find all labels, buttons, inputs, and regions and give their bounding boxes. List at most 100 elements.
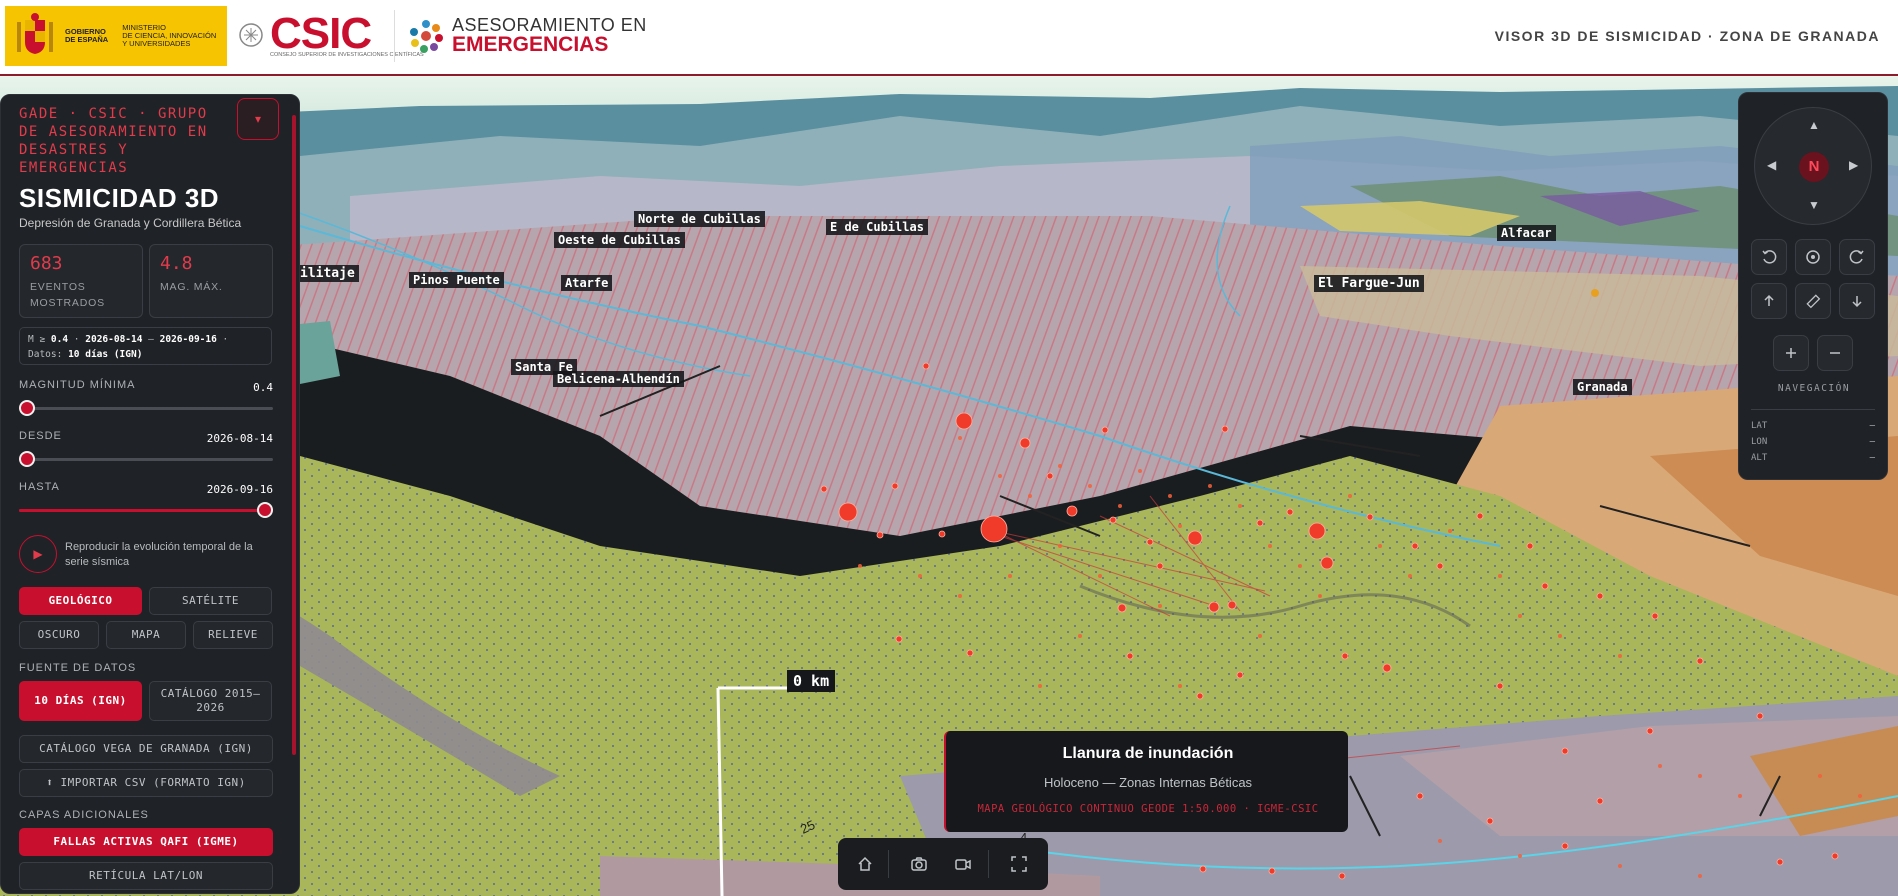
header-divider (394, 10, 395, 62)
coord-lat: LAT – (1751, 421, 1875, 431)
layer-grid-toggle[interactable]: RETÍCULA LAT/LON (19, 862, 273, 890)
rotate-right-icon (1849, 250, 1864, 264)
navigation-panel: ▲ ▼ ◀ ▶ N NAVEGACIÓN LAT – LON – ALT – (1738, 92, 1888, 480)
coord-lon: LON – (1751, 437, 1875, 447)
place-label: ilitaje (296, 265, 359, 282)
basemap-relieve-button[interactable]: RELIEVE (193, 621, 273, 649)
rotate-right-button[interactable] (1839, 239, 1875, 275)
active-filter-summary: M ≥ 0.4 · 2026-08-14 – 2026-09-16 · Dato… (19, 327, 272, 365)
home-icon (858, 856, 872, 871)
tilt-up-button[interactable] (1751, 283, 1787, 319)
zoom-in-button[interactable] (1773, 335, 1809, 371)
slider-track[interactable] (19, 451, 273, 467)
geology-info-popup: Llanura de inundación Holoceno — Zonas I… (944, 731, 1348, 832)
stat-max-magnitude: 4.8 MAG. MÁX. (149, 244, 273, 318)
arrow-up-icon[interactable]: ▲ (1808, 118, 1820, 132)
asesoramiento-logo: ASESORAMIENTO EN EMERGENCIAS (406, 16, 647, 56)
app-subtitle: Depresión de Granada y Cordillera Bética (19, 216, 242, 230)
slider-value: 2026-09-16 (206, 483, 273, 496)
stat-value: 4.8 (160, 253, 193, 274)
video-icon (955, 859, 971, 870)
arrow-left-icon[interactable]: ◀ (1767, 158, 1776, 172)
basemap-oscuro-button[interactable]: OSCURO (19, 621, 99, 649)
place-label: Granada (1573, 379, 1632, 395)
data-source-label: FUENTE DE DATOS (19, 662, 137, 674)
popup-source: MAPA GEOLÓGICO CONTINUO GEODE 1:50.000 ·… (977, 803, 1319, 815)
popup-subtitle: Holoceno — Zonas Internas Béticas (1043, 775, 1253, 790)
rotate-left-icon (1762, 250, 1777, 264)
layer-fallas-qafi-toggle[interactable]: FALLAS ACTIVAS QAFI (IGME) (19, 828, 273, 856)
slider-thumb[interactable] (19, 400, 35, 416)
tilt-down-button[interactable] (1839, 283, 1875, 319)
ministry-text: MINISTERIO DE CIENCIA, INNOVACIÓN Y UNIV… (122, 23, 217, 48)
home-button[interactable] (848, 848, 882, 880)
import-csv-button[interactable]: ⬆ IMPORTAR CSV (FORMATO IGN) (19, 769, 273, 797)
stat-events: 683 EVENTOS MOSTRADOS (19, 244, 143, 318)
ruler-icon (1806, 294, 1821, 309)
source-vega-catalog-button[interactable]: CATÁLOGO VEGA DE GRANADA (IGN) (19, 735, 273, 763)
slider-track[interactable] (19, 502, 273, 518)
control-panel: GADE · CSIC · GRUPO DE ASESORAMIENTO EN … (0, 94, 300, 894)
panel-scrollbar[interactable] (292, 115, 296, 755)
popup-title: Llanura de inundación (1062, 745, 1234, 762)
zoom-out-button[interactable] (1817, 335, 1853, 371)
stat-label: EVENTOS MOSTRADOS (30, 281, 105, 309)
stat-label: MAG. MÁX. (160, 281, 223, 293)
place-label: Oeste de Cubillas (554, 232, 685, 248)
play-button[interactable]: ▶ (19, 535, 57, 573)
toolbar-divider (888, 850, 889, 878)
recenter-button[interactable] (1795, 239, 1831, 275)
arrow-down-icon[interactable]: ▼ (1808, 198, 1820, 212)
app-title: SISMICIDAD 3D (19, 183, 220, 213)
gobierno-logo: GOBIERNO DE ESPAÑA MINISTERIO DE CIENCIA… (5, 6, 227, 66)
place-label: E de Cubillas (826, 219, 928, 235)
north-indicator[interactable]: N (1799, 152, 1829, 182)
toolbar-divider (988, 850, 989, 878)
rotate-left-button[interactable] (1751, 239, 1787, 275)
play-description: Reproducir la evolución temporal de la s… (65, 541, 253, 568)
arrow-up-icon (1764, 294, 1774, 306)
slider-label: HASTA (19, 481, 60, 493)
screenshot-button[interactable] (902, 848, 936, 880)
place-label: Belicena-Alhendín (553, 371, 684, 387)
place-label: El Fargue-Jun (1314, 275, 1424, 292)
additional-layers-label: CAPAS ADICIONALES (19, 809, 149, 821)
csic-subtitle: CONSEJO SUPERIOR DE INVESTIGACIONES CIEN… (270, 52, 424, 58)
navigation-label: NAVEGACIÓN (1777, 383, 1851, 394)
chevron-down-icon: ▾ (254, 112, 262, 126)
viewer-title: VISOR 3D DE SISMICIDAD · ZONA DE GRANADA (1494, 28, 1880, 44)
csic-wordmark: CSIC (270, 9, 372, 58)
compass[interactable]: ▲ ▼ ◀ ▶ N (1754, 107, 1872, 225)
bottom-toolbar (838, 838, 1048, 890)
collapse-panel-button[interactable]: ▾ (237, 98, 279, 140)
asesoramiento-emblem-icon (410, 20, 443, 53)
basemap-geologico-button[interactable]: GEOLÓGICO (19, 587, 142, 615)
fullscreen-button[interactable] (1002, 848, 1036, 880)
slider-value: 0.4 (253, 381, 273, 394)
plus-icon (1786, 348, 1796, 358)
app-header: GOBIERNO DE ESPAÑA MINISTERIO DE CIENCIA… (0, 0, 1898, 76)
nav-divider (1751, 409, 1875, 410)
slider-thumb[interactable] (19, 451, 35, 467)
source-catalog-button[interactable]: CATÁLOGO 2015–2026 (149, 681, 272, 721)
coat-of-arms-icon (13, 12, 57, 60)
place-label: Pinos Puente (409, 272, 504, 288)
measure-button[interactable] (1795, 283, 1831, 319)
csic-logo: CSIC CONSEJO SUPERIOR DE INVESTIGACIONES… (238, 9, 424, 60)
csic-emblem-icon (239, 23, 263, 47)
slider-label: DESDE (19, 430, 62, 442)
arrow-down-icon (1852, 296, 1862, 308)
camera-icon (911, 857, 927, 871)
place-label: Atarfe (561, 275, 613, 291)
basemap-mapa-button[interactable]: MAPA (106, 621, 186, 649)
record-video-button[interactable] (946, 848, 980, 880)
target-icon (1806, 250, 1820, 264)
slider-track[interactable] (19, 400, 273, 416)
basemap-satelite-button[interactable]: SATÉLITE (149, 587, 272, 615)
fullscreen-icon (1011, 856, 1027, 872)
slider-thumb[interactable] (257, 502, 273, 518)
asesoramiento-text: ASESORAMIENTO EN (452, 15, 647, 35)
arrow-right-icon[interactable]: ▶ (1849, 158, 1858, 172)
source-10-days-button[interactable]: 10 DÍAS (IGN) (19, 681, 142, 721)
scale-bar-label: 0 km (787, 670, 836, 692)
